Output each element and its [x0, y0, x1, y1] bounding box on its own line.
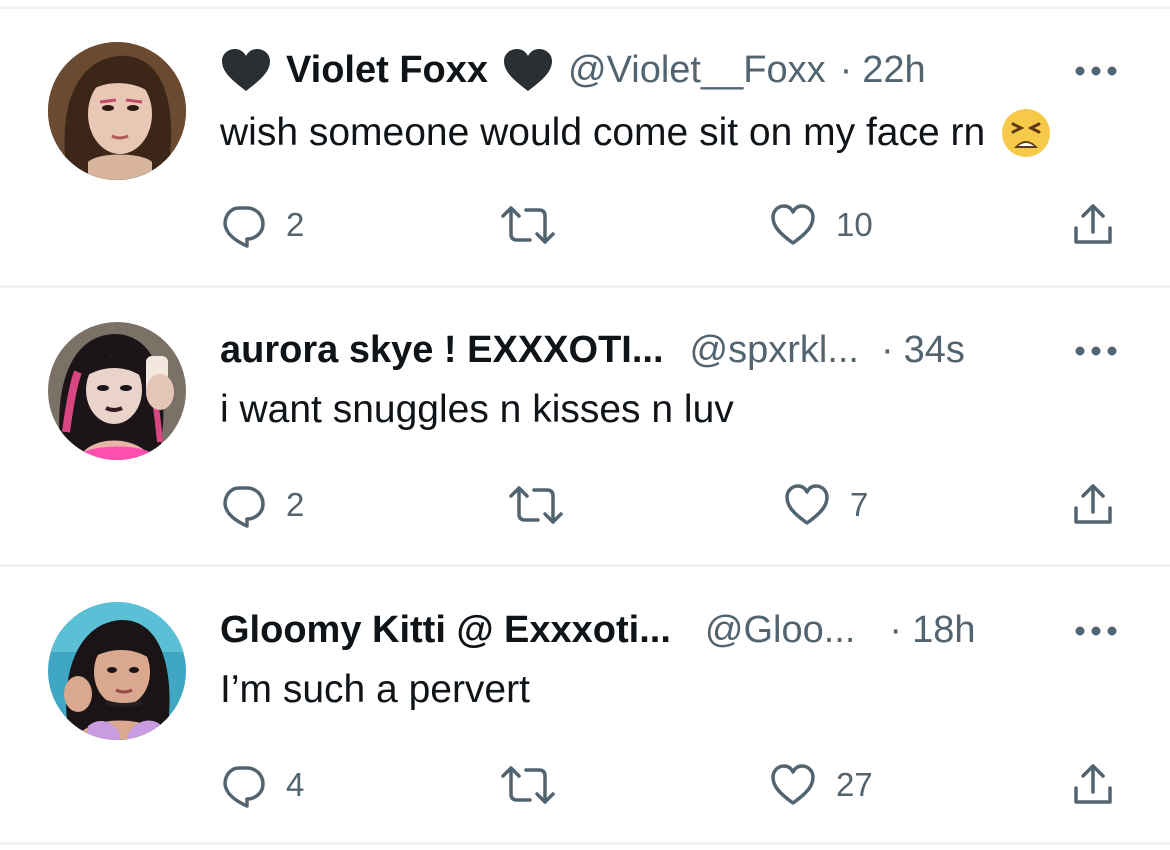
like-heart-icon — [771, 204, 815, 245]
separator-dot: · — [881, 328, 894, 371]
tweet-item[interactable]: Violet Foxx @Violet__Foxx · 22h wish som… — [0, 0, 1170, 278]
tweet-text-row: wish someone would come sit on my face r… — [220, 108, 1051, 158]
like-heart-icon — [771, 764, 815, 805]
reply-count: 2 — [286, 486, 305, 523]
retweet-icon — [501, 206, 555, 244]
share-icon — [1074, 204, 1112, 244]
user-handle[interactable]: @spxrkl... — [690, 329, 859, 372]
reply-count: 4 — [286, 766, 305, 803]
avatar[interactable] — [48, 42, 186, 180]
tweet-header: Violet Foxx @Violet__Foxx · 22h — [220, 44, 1050, 96]
more-dots-icon[interactable] — [1070, 616, 1122, 646]
tweet-item[interactable]: Gloomy Kitti @ Exxxoti... @Gloo... · 18h… — [0, 560, 1170, 838]
tweet-text: wish someone would come sit on my face r… — [220, 111, 986, 154]
black-heart-icon — [220, 47, 272, 93]
tweet-header: Gloomy Kitti @ Exxxoti... @Gloo... · 18h — [220, 604, 1050, 656]
like-button[interactable]: 10 — [770, 200, 873, 250]
like-button[interactable]: 7 — [784, 480, 868, 530]
retweet-button[interactable] — [508, 480, 584, 530]
reply-count: 2 — [286, 206, 305, 243]
like-heart-icon — [785, 484, 829, 525]
tweet-feed: Violet Foxx @Violet__Foxx · 22h wish som… — [0, 0, 1170, 850]
tweet-item[interactable]: aurora skye ! EXXXOTI... @spxrkl... · 34… — [0, 280, 1170, 558]
tired-face-emoji — [1001, 108, 1051, 158]
timestamp[interactable]: 34s — [904, 329, 965, 372]
tweet-text-row: i want snuggles n kisses n luv — [220, 388, 734, 432]
tweet-header: aurora skye ! EXXXOTI... @spxrkl... · 34… — [220, 324, 1050, 376]
retweet-icon — [501, 766, 555, 804]
tweet-actions: 4 27 — [0, 760, 1170, 810]
avatar[interactable] — [48, 602, 186, 740]
more-dots-icon[interactable] — [1070, 336, 1122, 366]
share-button[interactable] — [1070, 480, 1116, 530]
like-count: 7 — [850, 486, 869, 523]
share-button[interactable] — [1070, 200, 1116, 250]
display-name[interactable]: Gloomy Kitti @ Exxxoti... — [220, 609, 671, 652]
tweet-text: I’m such a pervert — [220, 668, 530, 711]
avatar[interactable] — [48, 322, 186, 460]
reply-button[interactable]: 4 — [220, 760, 304, 810]
retweet-icon — [509, 486, 563, 524]
like-count: 27 — [836, 766, 873, 803]
tweet-actions: 2 7 — [0, 480, 1170, 530]
like-button[interactable]: 27 — [770, 760, 873, 810]
more-dots-icon[interactable] — [1070, 56, 1122, 86]
display-name[interactable]: Violet Foxx — [286, 49, 488, 92]
display-name[interactable]: aurora skye ! EXXXOTI... — [220, 329, 664, 372]
retweet-button[interactable] — [500, 760, 576, 810]
reply-icon — [223, 766, 265, 808]
reply-button[interactable]: 2 — [220, 480, 304, 530]
tweet-actions: 2 10 — [0, 200, 1170, 250]
timestamp[interactable]: 18h — [912, 609, 975, 652]
like-count: 10 — [836, 206, 873, 243]
share-button[interactable] — [1070, 760, 1116, 810]
user-handle[interactable]: @Gloo... — [705, 609, 856, 652]
share-icon — [1074, 764, 1112, 804]
timestamp[interactable]: 22h — [862, 49, 925, 92]
retweet-button[interactable] — [500, 200, 576, 250]
user-handle[interactable]: @Violet__Foxx — [568, 49, 826, 92]
black-heart-icon — [502, 47, 554, 93]
reply-icon — [223, 486, 265, 528]
share-icon — [1074, 484, 1112, 524]
separator-dot: · — [889, 608, 903, 651]
divider — [0, 842, 1170, 845]
tweet-text: i want snuggles n kisses n luv — [220, 388, 734, 431]
tweet-text-row: I’m such a pervert — [220, 668, 530, 712]
reply-button[interactable]: 2 — [220, 200, 304, 250]
reply-icon — [223, 206, 265, 248]
separator-dot: · — [839, 48, 853, 91]
